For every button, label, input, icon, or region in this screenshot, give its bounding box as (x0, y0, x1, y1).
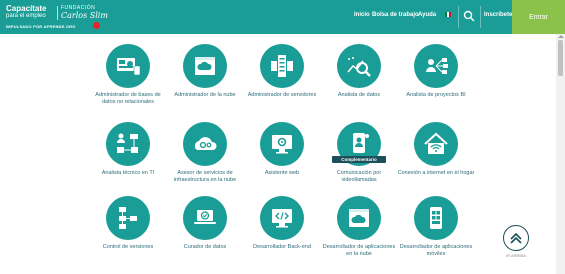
course-label: Desarrollador de aplicaciones móviles (399, 244, 473, 257)
course-label: Desarrollador Back-end (253, 244, 311, 250)
cloud-window-icon (183, 44, 227, 88)
logo-line1: Capacítate (6, 4, 47, 13)
nav-inicio-link[interactable]: Inicio (354, 12, 370, 18)
code-monitor-icon (260, 196, 304, 240)
back-to-top-label: IR ARRIBA (506, 253, 526, 258)
logo-subtitle: IMPULSADO POR APRENDE.ORG (6, 24, 76, 29)
cloud-gears-icon (183, 122, 227, 166)
database-dashboard-icon (106, 44, 150, 88)
course-label: Conexión a internet en el hogar (397, 170, 475, 176)
server-icon (260, 44, 304, 88)
fundacion-name: Carlos Slim (61, 11, 108, 20)
monitor-gear-icon (260, 122, 304, 166)
nav-ayuda-link[interactable]: Ayuda (418, 12, 436, 18)
course-label: Desarrollador de aplicaciones en la nube (322, 244, 396, 257)
aprende-badge-icon (93, 22, 100, 29)
course-label: Analista técnico en TI (101, 170, 155, 176)
capacitate-logo[interactable]: Capacítate para el empleo (6, 5, 46, 20)
scrollbar-thumb[interactable] (558, 40, 563, 76)
nav-bolsa-link[interactable]: Bolsa de trabajo (372, 12, 419, 18)
scroll-up-arrow-icon[interactable] (558, 35, 564, 38)
search-icon[interactable] (463, 10, 475, 22)
course-label: Comunicación por videollamadas (336, 170, 382, 183)
course-label: Analista de datos (337, 92, 381, 98)
top-navigation-bar: Capacítate para el empleo FUNDACIÓN Carl… (0, 0, 565, 34)
inscribete-link[interactable]: Inscríbete (484, 12, 512, 18)
data-magnifier-icon (337, 44, 381, 88)
version-tree-icon (106, 196, 150, 240)
nav-separator (458, 6, 459, 28)
laptop-check-icon (183, 196, 227, 240)
cloud-app-icon (337, 196, 381, 240)
course-label: Administrador de la nube (174, 92, 236, 98)
fundacion-logo: FUNDACIÓN Carlos Slim (61, 5, 108, 20)
chevron-up-icon (510, 232, 522, 244)
logo-divider (57, 6, 58, 20)
mexico-flag-icon[interactable] (445, 12, 451, 17)
course-label: Asesor de servicios de infraestructura e… (173, 170, 237, 183)
flowchart-user-icon (106, 122, 150, 166)
home-wifi-icon (414, 122, 458, 166)
nav-separator (480, 6, 481, 28)
entrar-button[interactable]: Entrar (512, 0, 565, 34)
mobile-app-icon (414, 196, 458, 240)
course-label: Analista de proyectos BI (406, 92, 466, 98)
course-label: Administrador de bases de datos no relac… (95, 92, 161, 105)
complementario-badge: Complementario (332, 156, 386, 163)
course-label: Curador de datos (183, 244, 227, 250)
back-to-top-button[interactable] (503, 225, 529, 251)
logo-line2: para el empleo (6, 13, 46, 19)
bi-network-icon (414, 44, 458, 88)
course-label: Asistente web (264, 170, 300, 176)
course-label: Administrador de servidores (247, 92, 317, 98)
course-label: Control de versiones (102, 244, 154, 250)
